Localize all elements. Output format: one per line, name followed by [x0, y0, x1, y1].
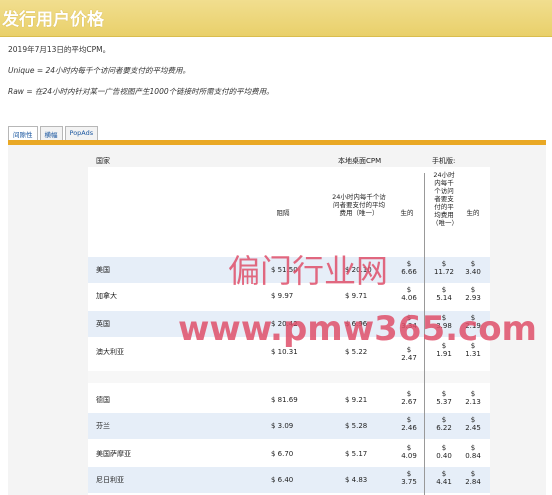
cell-unique: $ 5.17: [345, 450, 368, 458]
cell-country: 德国: [96, 396, 110, 404]
cell-mobile-unique: $ 5.37: [436, 390, 452, 406]
column-divider: [424, 173, 425, 495]
intro-text: 2019年7月13日的平均CPM。 Unique = 24小时内每千个访问者要支…: [8, 44, 274, 107]
cell-unique: $ 20.10: [345, 266, 372, 274]
intro-line-date: 2019年7月13日的平均CPM。: [8, 45, 111, 54]
cell-mobile-unique: $ 5.14: [436, 286, 452, 302]
cell-all: $ 81.69: [271, 396, 298, 404]
cell-raw: $ 2.47: [401, 346, 417, 362]
tab-popads[interactable]: PopAds: [64, 126, 99, 140]
cell-mobile-raw: $ 2.13: [465, 390, 481, 406]
table-row: 英国 $ 20.42 $ 6.96 $ 3.34 $ 3.98 $ 2.19: [88, 311, 490, 337]
cell-all: $ 9.97: [271, 292, 294, 300]
cell-mobile-unique: $ 0.40: [436, 444, 452, 460]
intro-line-raw: Raw = 在24小时内针对某一广告视图产生1000个链接时所需支付的平均费用。: [8, 87, 274, 96]
cell-raw: $ 3.34: [401, 314, 417, 330]
table-row: 尼日利亚 $ 6.40 $ 4.83 $ 3.75 $ 4.41 $ 2.84: [88, 467, 490, 493]
table-row: 加拿大 $ 9.97 $ 9.71 $ 4.06 $ 5.14 $ 2.93: [88, 283, 490, 309]
cell-all: $ 10.31: [271, 348, 298, 356]
cell-all: $ 3.09: [271, 422, 294, 430]
cell-mobile-raw: $ 2.84: [465, 470, 481, 486]
cell-mobile-raw: $ 1.31: [465, 342, 481, 358]
cell-country: 美国萨摩亚: [96, 450, 131, 458]
col-raw: 生的: [400, 209, 414, 217]
cell-country: 芬兰: [96, 422, 110, 430]
cell-mobile-unique: $ 6.22: [436, 416, 452, 432]
cell-all: $ 51.50: [271, 266, 298, 274]
col-mobile-raw: 生的: [466, 209, 480, 217]
intro-line-unique: Unique = 24小时内每千个访问者要支付的平均费用。: [8, 66, 191, 75]
cell-unique: $ 4.83: [345, 476, 368, 484]
ad-type-tabs: 间隙性 横幅 PopAds: [8, 126, 100, 140]
header-country: 国家: [96, 157, 110, 165]
cell-all: $ 6.70: [271, 450, 294, 458]
col-unique: 24小时内每千个访问者要支付的平均费用（唯一）: [332, 193, 386, 217]
cell-mobile-raw: $ 2.45: [465, 416, 481, 432]
header-desktop: 本地桌面CPM: [338, 157, 382, 165]
cell-raw: $ 2.46: [401, 416, 417, 432]
cell-mobile-raw: $ 2.19: [465, 314, 481, 330]
cell-mobile-raw: $ 0.84: [465, 444, 481, 460]
cell-all: $ 20.42: [271, 320, 298, 328]
cell-country: 澳大利亚: [96, 348, 124, 356]
page-header: 发行用户价格: [0, 0, 552, 37]
cell-country: 美国: [96, 266, 110, 274]
cell-raw: $ 6.66: [401, 260, 417, 276]
page-title: 发行用户价格: [2, 10, 104, 30]
table-header-bar: 国家 本地桌面CPM 手机版:: [88, 153, 490, 167]
cell-mobile-unique: $ 3.98: [436, 314, 452, 330]
cell-mobile-unique: $ 1.91: [436, 342, 452, 358]
tab-banner[interactable]: 横幅: [39, 126, 63, 140]
cell-mobile-unique: $ 11.72: [433, 260, 455, 276]
table-row: 美国 $ 51.50 $ 20.10 $ 6.66 $ 11.72 $ 3.40: [88, 257, 490, 283]
col-all: 阻隔: [276, 209, 290, 217]
cell-unique: $ 5.22: [345, 348, 368, 356]
cell-country: 尼日利亚: [96, 476, 124, 484]
cell-all: $ 6.40: [271, 476, 294, 484]
cell-country: 英国: [96, 320, 110, 328]
table-row: 美国萨摩亚 $ 6.70 $ 5.17 $ 4.09 $ 0.40 $ 0.84: [88, 441, 490, 467]
table-row: 澳大利亚 $ 10.31 $ 5.22 $ 2.47 $ 1.91 $ 1.31: [88, 339, 490, 365]
cell-country: 加拿大: [96, 292, 117, 300]
cell-unique: $ 5.28: [345, 422, 368, 430]
cell-mobile-unique: $ 4.41: [436, 470, 452, 486]
cell-mobile-raw: $ 2.93: [465, 286, 481, 302]
tab-interstitial[interactable]: 间隙性: [8, 126, 38, 140]
cell-raw: $ 2.67: [401, 390, 417, 406]
cpm-table: 国家 本地桌面CPM 手机版: 阻隔 24小时内每千个访问者要支付的平均费用（唯…: [88, 153, 490, 495]
header-mobile: 手机版:: [432, 157, 456, 165]
cell-raw: $ 4.06: [401, 286, 417, 302]
cell-raw: $ 4.09: [401, 444, 417, 460]
cell-unique: $ 9.71: [345, 292, 368, 300]
table-row: 芬兰 $ 3.09 $ 5.28 $ 2.46 $ 6.22 $ 2.45: [88, 413, 490, 439]
cell-mobile-raw: $ 3.40: [465, 260, 481, 276]
section-gap: [88, 371, 490, 383]
col-mobile-unique: 24小时内每千个访问者要支付的平均费用（唯一）: [432, 171, 458, 227]
cell-unique: $ 9.21: [345, 396, 368, 404]
cell-raw: $ 3.75: [401, 470, 417, 486]
cell-unique: $ 6.96: [345, 320, 368, 328]
table-row: 德国 $ 81.69 $ 9.21 $ 2.67 $ 5.37 $ 2.13: [88, 387, 490, 413]
